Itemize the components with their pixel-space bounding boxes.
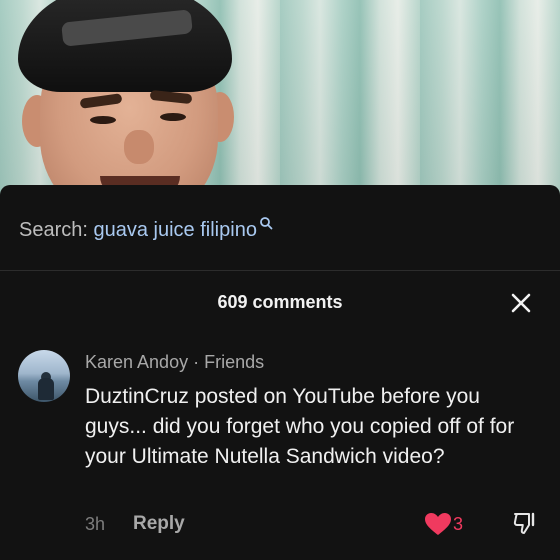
search-suggestion[interactable]: Search: guava juice filipino [19, 217, 273, 242]
avatar[interactable] [18, 350, 70, 402]
comment-timestamp: 3h [85, 514, 106, 534]
video-person [0, 0, 240, 195]
search-prefix: Search: [19, 219, 88, 241]
search-query[interactable]: guava juice filipino [94, 219, 257, 241]
heart-icon[interactable] [424, 512, 452, 536]
nose [124, 130, 154, 164]
eye-right [160, 113, 186, 121]
close-icon[interactable] [508, 290, 534, 316]
search-icon[interactable] [259, 213, 273, 230]
comment-author-line: Karen Andoy · Friends [85, 352, 264, 373]
like-count: 3 [453, 514, 464, 534]
video-frame[interactable] [0, 0, 560, 195]
comment-text: DuztinCruz posted on YouTube before you … [85, 385, 515, 468]
thumbs-down-icon[interactable] [512, 510, 538, 536]
eye-left [90, 116, 116, 124]
avatar-figure [38, 378, 54, 400]
author-relation: Friends [204, 352, 265, 372]
backwards-cap [18, 0, 232, 92]
author-separator: · [193, 352, 200, 372]
reply-button[interactable]: Reply [133, 513, 185, 535]
comments-count: 609 comments [217, 292, 343, 312]
comment-author[interactable]: Karen Andoy [85, 352, 188, 372]
